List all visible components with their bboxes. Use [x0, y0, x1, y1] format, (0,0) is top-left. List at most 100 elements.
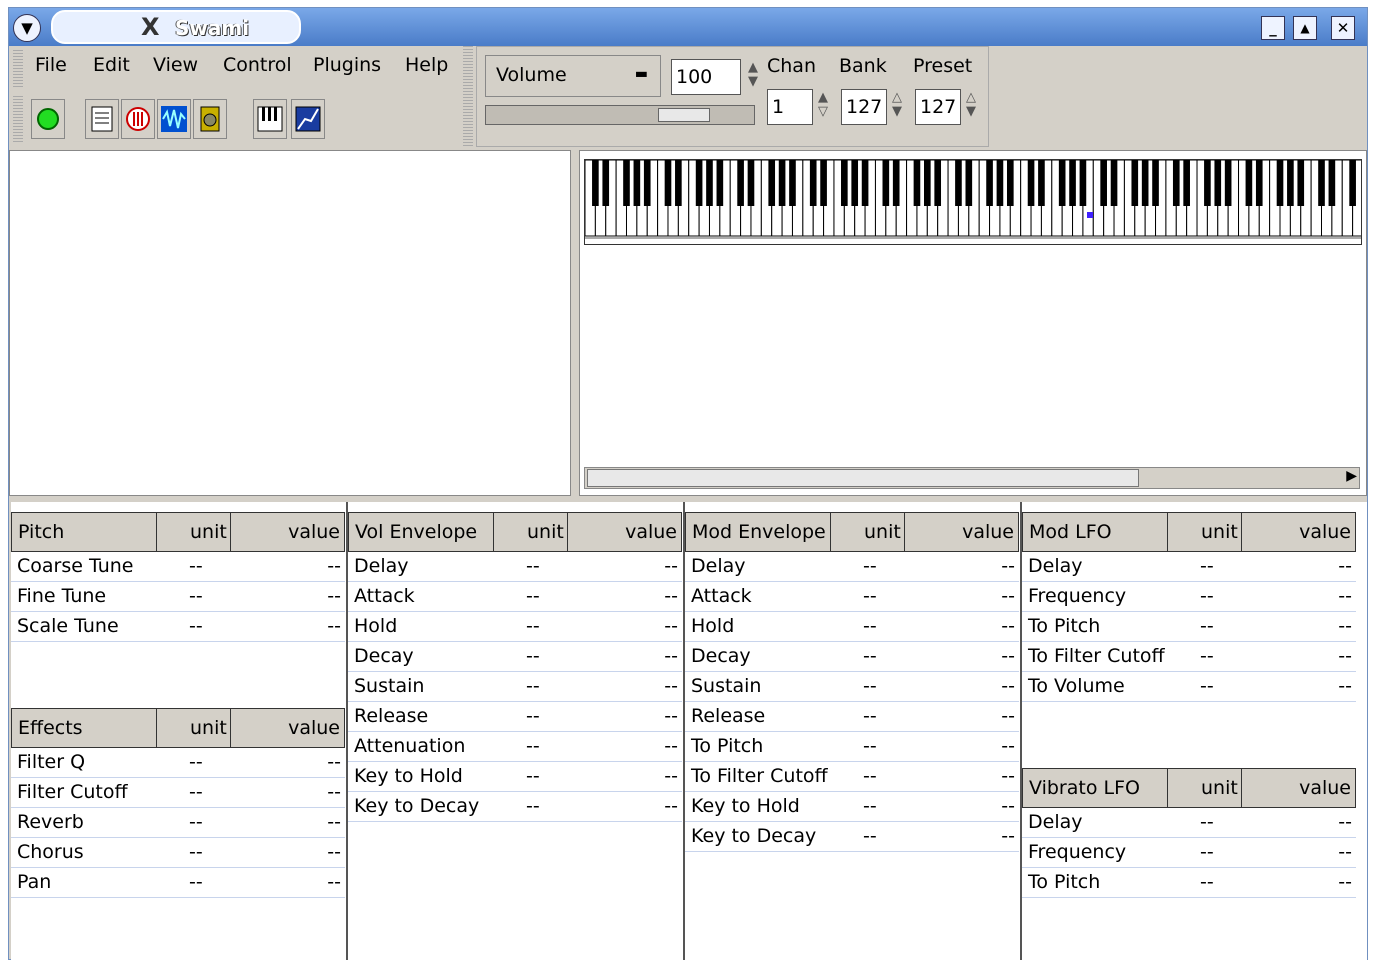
black-key[interactable]	[1214, 160, 1222, 206]
black-key[interactable]	[1318, 160, 1325, 206]
table-row[interactable]: Decay -- --	[685, 642, 1019, 672]
black-key[interactable]	[851, 160, 859, 206]
table-row[interactable]: Release -- --	[685, 702, 1019, 732]
param-value[interactable]: --	[1001, 795, 1015, 817]
table-row[interactable]: To Filter Cutoff -- --	[1022, 642, 1356, 672]
param-value[interactable]: --	[664, 675, 678, 697]
table-row[interactable]: Coarse Tune -- --	[11, 552, 345, 582]
black-key[interactable]	[778, 160, 786, 206]
black-key[interactable]	[861, 160, 869, 206]
param-value[interactable]: --	[1001, 555, 1015, 577]
scroll-right-icon[interactable]: ▶	[1346, 468, 1357, 484]
bank-field[interactable]: 127	[841, 89, 887, 125]
table-row[interactable]: Scale Tune -- --	[11, 612, 345, 642]
table-row[interactable]: To Pitch -- --	[1022, 868, 1356, 898]
column-divider[interactable]	[830, 513, 831, 551]
black-key[interactable]	[623, 160, 630, 206]
menu-plugins[interactable]: Plugins	[313, 54, 381, 76]
black-key[interactable]	[1328, 160, 1336, 206]
param-value[interactable]: --	[327, 871, 341, 893]
black-key[interactable]	[643, 160, 651, 206]
window-menu-button[interactable]: ▼	[13, 14, 41, 42]
scrollbar-thumb[interactable]	[587, 469, 1139, 487]
param-value[interactable]: --	[1338, 871, 1352, 893]
menu-file[interactable]: File	[35, 54, 67, 76]
table-row[interactable]: Key to Hold -- --	[685, 792, 1019, 822]
param-value[interactable]: --	[1338, 645, 1352, 667]
param-value[interactable]: --	[1338, 811, 1352, 833]
table-row[interactable]: Release -- --	[348, 702, 682, 732]
black-key[interactable]	[820, 160, 827, 206]
table-row[interactable]: Delay -- --	[1022, 808, 1356, 838]
mod_env-header[interactable]: Mod Envelope unit value	[685, 512, 1019, 552]
column-header-unit[interactable]: unit	[1201, 777, 1238, 799]
black-key[interactable]	[602, 160, 610, 206]
table-row[interactable]: Sustain -- --	[348, 672, 682, 702]
title-bar[interactable]: ▼ X Swami _ ▲ ✕	[9, 8, 1367, 46]
table-row[interactable]: Decay -- --	[348, 642, 682, 672]
param-value[interactable]: --	[1001, 825, 1015, 847]
param-value[interactable]: --	[664, 585, 678, 607]
vib_lfo-header[interactable]: Vibrato LFO unit value	[1022, 768, 1356, 808]
table-row[interactable]: Reverb -- --	[11, 808, 345, 838]
param-value[interactable]: --	[1001, 585, 1015, 607]
table-row[interactable]: To Volume -- --	[1022, 672, 1356, 702]
table-row[interactable]: Filter Cutoff -- --	[11, 778, 345, 808]
black-key[interactable]	[841, 160, 848, 206]
param-value[interactable]: --	[1001, 735, 1015, 757]
black-key[interactable]	[986, 160, 993, 206]
column-divider[interactable]	[1167, 513, 1168, 551]
toolbar-handle[interactable]	[13, 96, 23, 144]
black-key[interactable]	[716, 160, 724, 206]
table-row[interactable]: Frequency -- --	[1022, 838, 1356, 868]
column-header-value[interactable]: value	[1299, 521, 1351, 543]
black-key[interactable]	[924, 160, 931, 206]
table-row[interactable]: Attack -- --	[348, 582, 682, 612]
black-key[interactable]	[675, 160, 682, 206]
menu-view[interactable]: View	[153, 54, 198, 76]
black-key[interactable]	[1027, 160, 1035, 206]
black-key[interactable]	[965, 160, 973, 206]
table-row[interactable]: Chorus -- --	[11, 838, 345, 868]
black-key[interactable]	[1297, 160, 1305, 206]
param-value[interactable]: --	[1338, 585, 1352, 607]
black-key[interactable]	[664, 160, 672, 206]
param-value[interactable]: --	[327, 585, 341, 607]
black-key[interactable]	[882, 160, 890, 206]
volume-spin-arrows[interactable]: ▲ ▼	[745, 61, 761, 89]
table-row[interactable]: Delay -- --	[1022, 552, 1356, 582]
param-value[interactable]: --	[664, 555, 678, 577]
column-header-name[interactable]: Pitch	[18, 521, 64, 543]
black-key[interactable]	[1006, 160, 1014, 206]
param-value[interactable]: --	[327, 615, 341, 637]
table-row[interactable]: To Filter Cutoff -- --	[685, 762, 1019, 792]
black-key[interactable]	[1152, 160, 1159, 206]
wave-icon[interactable]	[157, 99, 191, 139]
black-key[interactable]	[1079, 160, 1087, 206]
param-value[interactable]: --	[327, 781, 341, 803]
column-divider[interactable]	[1241, 513, 1242, 551]
table-row[interactable]: Hold -- --	[348, 612, 682, 642]
table-row[interactable]: Sustain -- --	[685, 672, 1019, 702]
black-key[interactable]	[592, 160, 599, 206]
black-key[interactable]	[996, 160, 1004, 206]
param-value[interactable]: --	[1338, 675, 1352, 697]
column-header-value[interactable]: value	[288, 521, 340, 543]
param-value[interactable]: --	[664, 765, 678, 787]
table-row[interactable]: To Pitch -- --	[1022, 612, 1356, 642]
black-key[interactable]	[955, 160, 962, 206]
black-key[interactable]	[737, 160, 744, 206]
table-row[interactable]: Key to Decay -- --	[685, 822, 1019, 852]
vol_env-header[interactable]: Vol Envelope unit value	[348, 512, 682, 552]
black-key[interactable]	[1224, 160, 1232, 206]
sound-tree-pane[interactable]	[9, 150, 571, 496]
param-value[interactable]: --	[327, 555, 341, 577]
param-value[interactable]: --	[327, 811, 341, 833]
black-key[interactable]	[1141, 160, 1149, 206]
power-led-icon[interactable]	[31, 99, 65, 139]
column-header-name[interactable]: Effects	[18, 717, 83, 739]
chan-spin-arrows[interactable]: ▲ ▽	[815, 91, 831, 119]
black-key[interactable]	[809, 160, 817, 206]
black-key[interactable]	[913, 160, 921, 206]
param-value[interactable]: --	[664, 795, 678, 817]
